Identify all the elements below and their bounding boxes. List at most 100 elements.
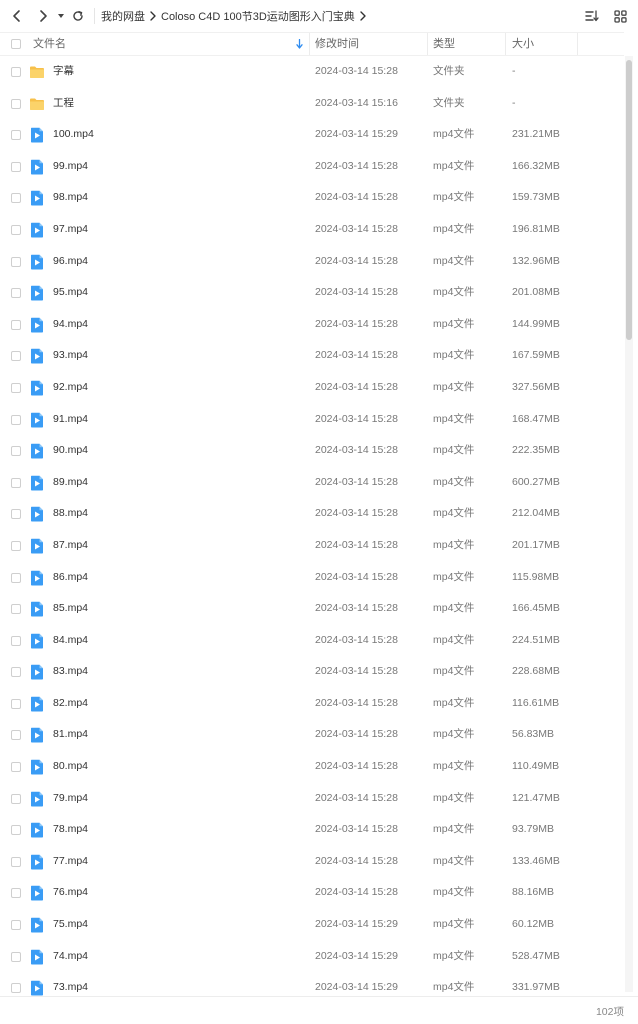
column-divider[interactable] (427, 33, 428, 55)
history-dropdown-button[interactable] (54, 4, 68, 28)
file-name[interactable]: 86.mp4 (53, 562, 88, 594)
column-header-mtime[interactable]: 修改时间 (315, 33, 359, 55)
file-name[interactable]: 95.mp4 (53, 277, 88, 309)
select-all-checkbox[interactable] (11, 39, 21, 49)
row-checkbox[interactable] (11, 161, 21, 172)
file-name[interactable]: 81.mp4 (53, 719, 88, 751)
row-checkbox[interactable] (11, 67, 21, 77)
file-name[interactable]: 工程 (53, 88, 74, 120)
file-name[interactable]: 85.mp4 (53, 593, 88, 625)
row-checkbox[interactable] (11, 983, 21, 994)
file-row[interactable]: 81.mp4 2024-03-14 15:28 mp4文件 56.83MB (0, 719, 624, 751)
refresh-button[interactable] (68, 4, 88, 28)
row-checkbox[interactable] (11, 604, 21, 615)
file-row[interactable]: 88.mp4 2024-03-14 15:28 mp4文件 212.04MB (0, 498, 624, 530)
file-row[interactable]: 83.mp4 2024-03-14 15:28 mp4文件 228.68MB (0, 656, 624, 688)
file-row[interactable]: 89.mp4 2024-03-14 15:28 mp4文件 600.27MB (0, 467, 624, 499)
file-name[interactable]: 94.mp4 (53, 309, 88, 341)
back-button[interactable] (6, 4, 28, 28)
file-name[interactable]: 79.mp4 (53, 783, 88, 815)
breadcrumb-item-root[interactable]: 我的网盘 (101, 8, 145, 24)
file-name[interactable]: 78.mp4 (53, 814, 88, 846)
file-row[interactable]: 字幕 2024-03-14 15:28 文件夹 - (0, 56, 624, 88)
row-checkbox[interactable] (11, 477, 21, 488)
column-header-size[interactable]: 大小 (512, 33, 534, 55)
file-row[interactable]: 79.mp4 2024-03-14 15:28 mp4文件 121.47MB (0, 783, 624, 815)
row-checkbox[interactable] (11, 98, 21, 109)
file-row[interactable]: 97.mp4 2024-03-14 15:28 mp4文件 196.81MB (0, 214, 624, 246)
row-checkbox[interactable] (11, 446, 21, 457)
row-checkbox[interactable] (11, 351, 21, 362)
column-divider[interactable] (577, 33, 578, 55)
row-checkbox[interactable] (11, 793, 21, 804)
file-name[interactable]: 82.mp4 (53, 688, 88, 720)
file-name[interactable]: 93.mp4 (53, 340, 88, 372)
file-row[interactable]: 80.mp4 2024-03-14 15:28 mp4文件 110.49MB (0, 751, 624, 783)
file-name[interactable]: 75.mp4 (53, 909, 88, 941)
row-checkbox[interactable] (11, 130, 21, 141)
file-row[interactable]: 91.mp4 2024-03-14 15:28 mp4文件 168.47MB (0, 404, 624, 436)
file-name[interactable]: 96.mp4 (53, 246, 88, 278)
row-checkbox[interactable] (11, 509, 21, 520)
row-checkbox[interactable] (11, 224, 21, 235)
column-divider[interactable] (309, 33, 310, 55)
file-name[interactable]: 83.mp4 (53, 656, 88, 688)
row-checkbox[interactable] (11, 414, 21, 425)
row-checkbox[interactable] (11, 667, 21, 678)
file-name[interactable]: 字幕 (53, 56, 74, 88)
row-checkbox[interactable] (11, 888, 21, 899)
file-row[interactable]: 95.mp4 2024-03-14 15:28 mp4文件 201.08MB (0, 277, 624, 309)
file-name[interactable]: 98.mp4 (53, 182, 88, 214)
scrollbar-thumb[interactable] (626, 60, 632, 340)
file-name[interactable]: 100.mp4 (53, 119, 94, 151)
file-row[interactable]: 76.mp4 2024-03-14 15:28 mp4文件 88.16MB (0, 877, 624, 909)
row-checkbox[interactable] (11, 193, 21, 204)
row-checkbox[interactable] (11, 572, 21, 583)
vertical-scrollbar[interactable] (625, 56, 633, 992)
row-checkbox[interactable] (11, 730, 21, 741)
row-checkbox[interactable] (11, 825, 21, 836)
file-name[interactable]: 77.mp4 (53, 846, 88, 878)
file-row[interactable]: 86.mp4 2024-03-14 15:28 mp4文件 115.98MB (0, 562, 624, 594)
file-name[interactable]: 90.mp4 (53, 435, 88, 467)
row-checkbox[interactable] (11, 256, 21, 267)
column-divider[interactable] (505, 33, 506, 55)
file-row[interactable]: 84.mp4 2024-03-14 15:28 mp4文件 224.51MB (0, 625, 624, 657)
file-row[interactable]: 96.mp4 2024-03-14 15:28 mp4文件 132.96MB (0, 246, 624, 278)
file-name[interactable]: 74.mp4 (53, 941, 88, 973)
sort-button[interactable] (582, 6, 602, 26)
file-row[interactable]: 100.mp4 2024-03-14 15:29 mp4文件 231.21MB (0, 119, 624, 151)
row-checkbox[interactable] (11, 382, 21, 393)
row-checkbox[interactable] (11, 856, 21, 867)
file-row[interactable]: 94.mp4 2024-03-14 15:28 mp4文件 144.99MB (0, 309, 624, 341)
forward-button[interactable] (32, 4, 54, 28)
file-name[interactable]: 99.mp4 (53, 151, 88, 183)
file-row[interactable]: 87.mp4 2024-03-14 15:28 mp4文件 201.17MB (0, 530, 624, 562)
file-name[interactable]: 87.mp4 (53, 530, 88, 562)
file-name[interactable]: 92.mp4 (53, 372, 88, 404)
file-row[interactable]: 82.mp4 2024-03-14 15:28 mp4文件 116.61MB (0, 688, 624, 720)
file-row[interactable]: 93.mp4 2024-03-14 15:28 mp4文件 167.59MB (0, 340, 624, 372)
file-name[interactable]: 89.mp4 (53, 467, 88, 499)
file-row[interactable]: 工程 2024-03-14 15:16 文件夹 - (0, 88, 624, 120)
file-name[interactable]: 97.mp4 (53, 214, 88, 246)
file-row[interactable]: 99.mp4 2024-03-14 15:28 mp4文件 166.32MB (0, 151, 624, 183)
column-header-type[interactable]: 类型 (433, 33, 455, 55)
row-checkbox[interactable] (11, 319, 21, 330)
file-row[interactable]: 85.mp4 2024-03-14 15:28 mp4文件 166.45MB (0, 593, 624, 625)
row-checkbox[interactable] (11, 635, 21, 646)
row-checkbox[interactable] (11, 762, 21, 773)
file-row[interactable]: 75.mp4 2024-03-14 15:29 mp4文件 60.12MB (0, 909, 624, 941)
file-row[interactable]: 98.mp4 2024-03-14 15:28 mp4文件 159.73MB (0, 182, 624, 214)
grid-view-button[interactable] (610, 6, 630, 26)
file-name[interactable]: 76.mp4 (53, 877, 88, 909)
file-row[interactable]: 90.mp4 2024-03-14 15:28 mp4文件 222.35MB (0, 435, 624, 467)
row-checkbox[interactable] (11, 288, 21, 299)
file-name[interactable]: 88.mp4 (53, 498, 88, 530)
row-checkbox[interactable] (11, 698, 21, 709)
file-name[interactable]: 91.mp4 (53, 404, 88, 436)
file-name[interactable]: 80.mp4 (53, 751, 88, 783)
file-name[interactable]: 84.mp4 (53, 625, 88, 657)
file-row[interactable]: 77.mp4 2024-03-14 15:28 mp4文件 133.46MB (0, 846, 624, 878)
file-row[interactable]: 78.mp4 2024-03-14 15:28 mp4文件 93.79MB (0, 814, 624, 846)
